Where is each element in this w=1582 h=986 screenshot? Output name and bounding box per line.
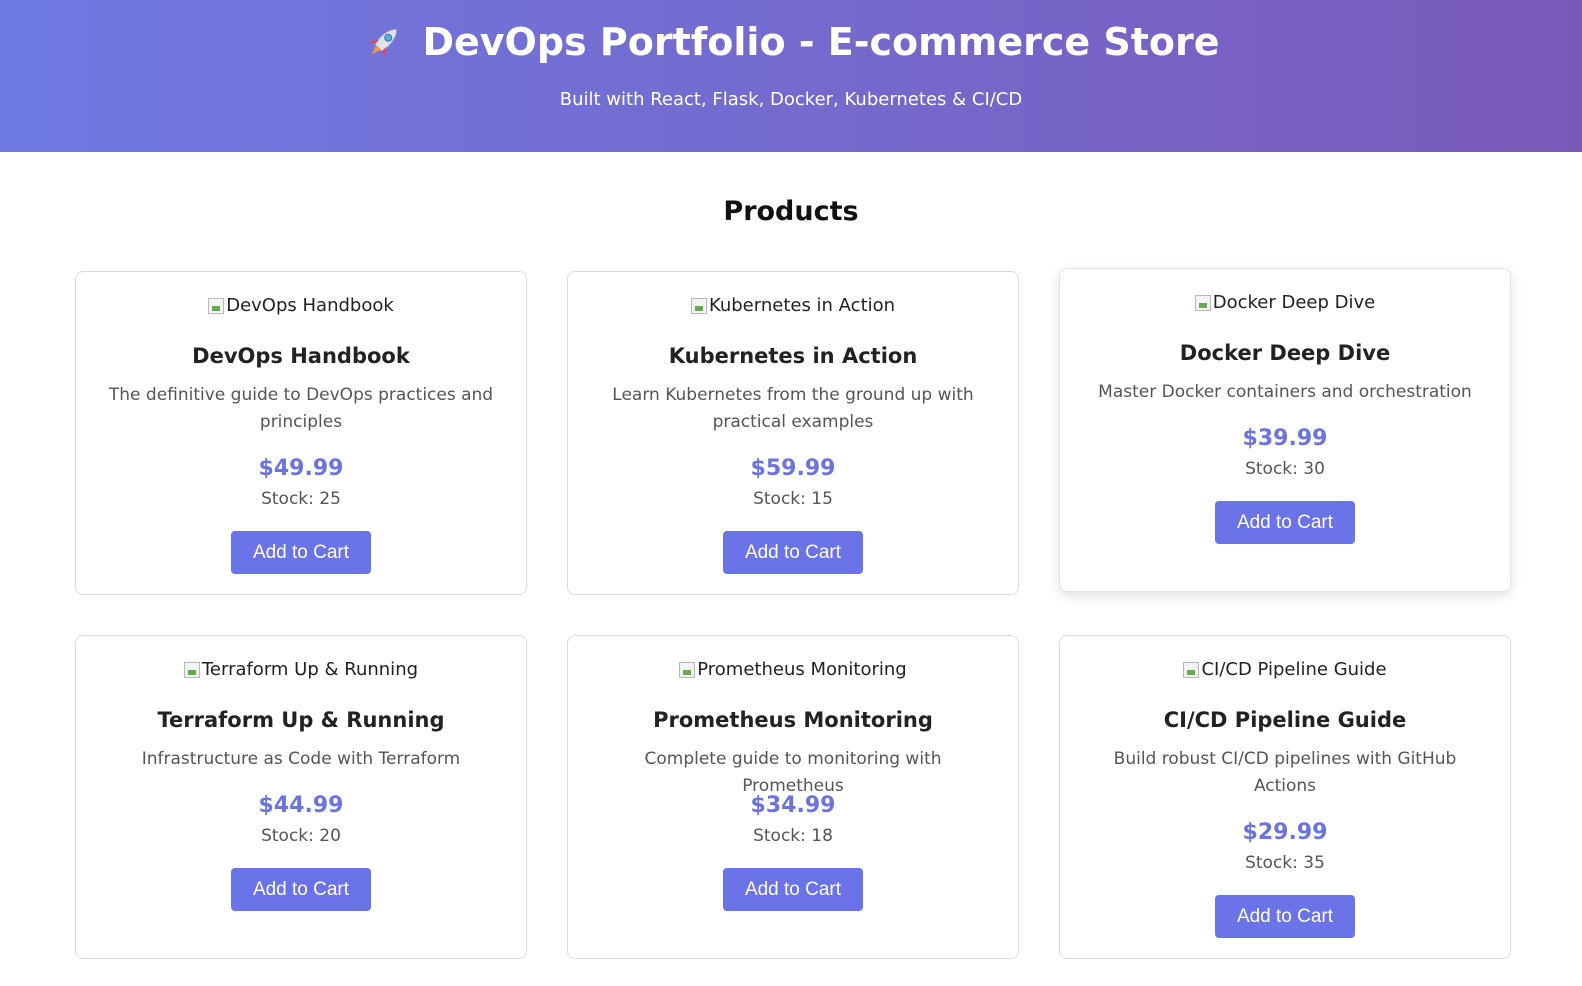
rocket-icon <box>362 20 406 64</box>
add-to-cart-button[interactable]: Add to Cart <box>231 531 371 574</box>
page-title: DevOps Portfolio - E-commerce Store <box>422 20 1220 64</box>
product-stock: Stock: 18 <box>753 826 833 846</box>
product-card: Terraform Up & Running Terraform Up & Run… <box>75 635 527 959</box>
product-image: Kubernetes in Action <box>568 294 1018 318</box>
broken-image-icon <box>1183 662 1200 678</box>
product-price: $44.99 <box>258 793 344 818</box>
product-name: DevOps Handbook <box>192 344 410 368</box>
product-card: Docker Deep Dive Docker Deep Dive Master D… <box>1059 268 1511 592</box>
product-description: The definitive guide to DevOps practices… <box>108 385 494 432</box>
product-description: Infrastructure as Code with Terraform <box>141 749 461 769</box>
product-stock: Stock: 35 <box>1245 853 1325 873</box>
add-to-cart-button[interactable]: Add to Cart <box>231 868 371 911</box>
add-to-cart-button[interactable]: Add to Cart <box>723 868 863 911</box>
product-price: $59.99 <box>750 456 836 481</box>
product-image-alt: Kubernetes in Action <box>708 295 896 316</box>
product-card: DevOps Handbook DevOps Handbook The defini… <box>75 271 527 595</box>
product-description: Master Docker containers and orchestrati… <box>1098 382 1472 402</box>
products-heading: Products <box>723 196 859 227</box>
product-stock: Stock: 20 <box>261 826 341 846</box>
product-stock: Stock: 30 <box>1245 459 1325 479</box>
product-image: Terraform Up & Running <box>76 658 526 682</box>
product-image-alt: CI/CD Pipeline Guide <box>1201 659 1387 680</box>
product-image: Prometheus Monitoring <box>568 658 1018 682</box>
add-to-cart-button[interactable]: Add to Cart <box>723 531 863 574</box>
broken-image-icon <box>679 662 696 678</box>
broken-image-icon <box>690 298 707 314</box>
header-subtitle: Built with React, Flask, Docker, Kuberne… <box>559 89 1023 110</box>
product-card: CI/CD Pipeline Guide CI/CD Pipeline Guide… <box>1059 635 1511 959</box>
product-name: Docker Deep Dive <box>1179 341 1391 365</box>
product-name: CI/CD Pipeline Guide <box>1163 708 1407 732</box>
product-image-alt: Docker Deep Dive <box>1212 292 1376 313</box>
product-price: $34.99 <box>750 793 836 818</box>
product-price: $29.99 <box>1242 820 1328 845</box>
product-card: Prometheus Monitoring Prometheus Monitori… <box>567 635 1019 959</box>
product-image-alt: Prometheus Monitoring <box>697 659 907 680</box>
add-to-cart-button[interactable]: Add to Cart <box>1215 895 1355 938</box>
product-stock: Stock: 25 <box>261 489 341 509</box>
product-price: $49.99 <box>258 456 344 481</box>
product-image: DevOps Handbook <box>76 294 526 318</box>
broken-image-icon <box>1194 295 1211 311</box>
product-name: Prometheus Monitoring <box>653 708 933 732</box>
product-image: Docker Deep Dive <box>1060 291 1510 315</box>
broken-image-icon <box>208 298 225 314</box>
product-image: CI/CD Pipeline Guide <box>1060 658 1510 682</box>
product-name: Kubernetes in Action <box>668 344 918 368</box>
product-description: Build robust CI/CD pipelines with GitHub… <box>1113 749 1457 796</box>
product-price: $39.99 <box>1242 426 1328 451</box>
product-stock: Stock: 15 <box>753 489 833 509</box>
site-header: DevOps Portfolio - E-commerce Store Buil… <box>0 0 1582 152</box>
product-image-alt: Terraform Up & Running <box>201 659 419 680</box>
product-card: Kubernetes in Action Kubernetes in Action… <box>567 271 1019 595</box>
product-description: Learn Kubernetes from the ground up with… <box>612 385 974 432</box>
header-title-row: DevOps Portfolio - E-commerce Store <box>0 16 1582 68</box>
add-to-cart-button[interactable]: Add to Cart <box>1215 501 1355 544</box>
product-image-alt: DevOps Handbook <box>226 295 394 316</box>
broken-image-icon <box>183 662 200 678</box>
product-name: Terraform Up & Running <box>157 708 445 732</box>
